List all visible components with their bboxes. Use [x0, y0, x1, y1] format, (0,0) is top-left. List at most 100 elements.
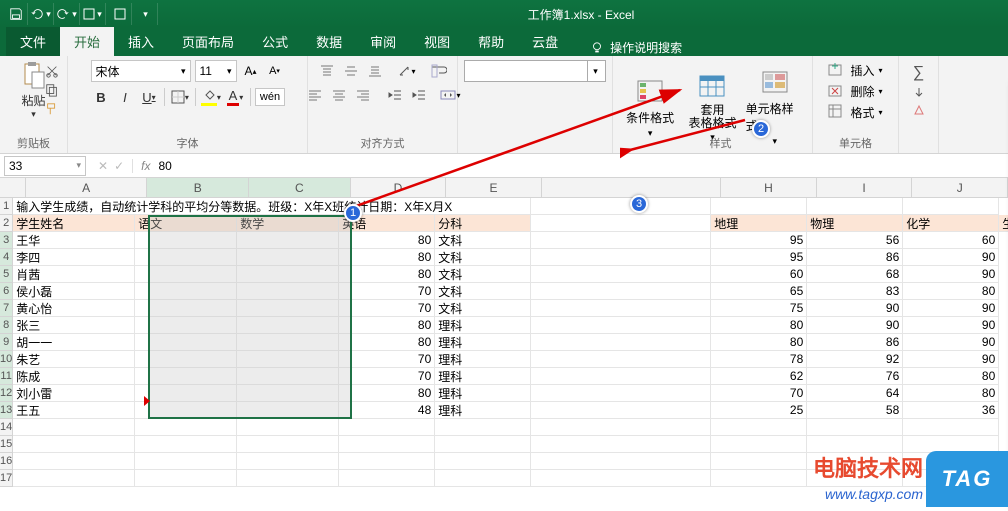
- cell[interactable]: [135, 249, 237, 266]
- cell[interactable]: 95: [711, 249, 807, 266]
- cell[interactable]: [135, 419, 237, 436]
- cell[interactable]: [237, 453, 339, 470]
- number-format-combo[interactable]: ▾: [464, 60, 606, 82]
- col-header-D[interactable]: D: [351, 178, 447, 197]
- align-top-icon[interactable]: [316, 60, 338, 82]
- cell[interactable]: [807, 419, 903, 436]
- cell[interactable]: 文科: [435, 300, 531, 317]
- cell[interactable]: [531, 334, 711, 351]
- cell[interactable]: [903, 198, 999, 215]
- align-bottom-icon[interactable]: [364, 60, 386, 82]
- cell[interactable]: 朱艺: [13, 351, 135, 368]
- cell[interactable]: 70: [339, 351, 435, 368]
- cell[interactable]: 83: [807, 283, 903, 300]
- cell[interactable]: [135, 385, 237, 402]
- row-header[interactable]: 6: [0, 283, 13, 300]
- cell[interactable]: [711, 436, 807, 453]
- phonetic-guide[interactable]: wén: [255, 88, 285, 106]
- row-header[interactable]: 13: [0, 402, 13, 419]
- qat-customize[interactable]: ▾: [134, 3, 158, 25]
- row-header[interactable]: 10: [0, 351, 13, 368]
- cell[interactable]: 侯小磊: [13, 283, 135, 300]
- col-header-J[interactable]: J: [912, 178, 1008, 197]
- tab-layout[interactable]: 页面布局: [168, 27, 248, 56]
- decrease-indent-icon[interactable]: [384, 84, 406, 106]
- cell[interactable]: [237, 368, 339, 385]
- cell[interactable]: [903, 419, 999, 436]
- redo-icon[interactable]: ▾: [56, 3, 80, 25]
- col-header-E[interactable]: E: [446, 178, 542, 197]
- cell[interactable]: 90: [903, 317, 999, 334]
- tab-view[interactable]: 视图: [410, 27, 464, 56]
- cell[interactable]: 70: [339, 300, 435, 317]
- cell[interactable]: [435, 436, 531, 453]
- cell[interactable]: 地理: [711, 215, 807, 232]
- cell[interactable]: [531, 436, 711, 453]
- tab-formulas[interactable]: 公式: [248, 27, 302, 56]
- qat-btn[interactable]: ▾: [82, 3, 106, 25]
- cell[interactable]: [531, 368, 711, 385]
- cell[interactable]: 文科: [435, 249, 531, 266]
- cancel-icon[interactable]: ✕: [98, 159, 108, 173]
- cell[interactable]: [711, 198, 807, 215]
- cell[interactable]: [237, 300, 339, 317]
- cell[interactable]: [237, 470, 339, 487]
- copy-icon[interactable]: [43, 81, 61, 99]
- row-header[interactable]: 7: [0, 300, 13, 317]
- cell[interactable]: 92: [807, 351, 903, 368]
- cell[interactable]: 80: [903, 283, 999, 300]
- cell[interactable]: [531, 385, 711, 402]
- cell[interactable]: 25: [711, 402, 807, 419]
- border-icon[interactable]: ▾: [169, 86, 191, 108]
- select-all-corner[interactable]: [0, 178, 26, 197]
- cell[interactable]: 80: [903, 385, 999, 402]
- cell[interactable]: [237, 436, 339, 453]
- italic-button[interactable]: I: [114, 86, 136, 108]
- tab-cloud[interactable]: 云盘: [518, 27, 572, 56]
- cell[interactable]: 80: [339, 249, 435, 266]
- align-right-icon[interactable]: [352, 84, 374, 106]
- cell[interactable]: [711, 419, 807, 436]
- cell[interactable]: [237, 232, 339, 249]
- cell[interactable]: [135, 351, 237, 368]
- cell[interactable]: 90: [903, 351, 999, 368]
- cell[interactable]: [531, 351, 711, 368]
- cell[interactable]: 80: [339, 266, 435, 283]
- tab-help[interactable]: 帮助: [464, 27, 518, 56]
- cell[interactable]: 80: [339, 232, 435, 249]
- cell[interactable]: [135, 300, 237, 317]
- col-header-C[interactable]: C: [249, 178, 351, 197]
- cell[interactable]: [135, 368, 237, 385]
- row-header[interactable]: 17: [0, 470, 13, 487]
- cell[interactable]: 理科: [435, 385, 531, 402]
- cell[interactable]: 62: [711, 368, 807, 385]
- cell[interactable]: [531, 419, 711, 436]
- cell[interactable]: 理科: [435, 317, 531, 334]
- cell[interactable]: [339, 453, 435, 470]
- cell[interactable]: [531, 402, 711, 419]
- worksheet-grid[interactable]: A B C D E H I J 123456789101112131415161…: [0, 178, 1008, 487]
- cell[interactable]: 36: [903, 402, 999, 419]
- cell[interactable]: 60: [903, 232, 999, 249]
- font-name-select[interactable]: 宋体▾: [91, 60, 191, 82]
- chevron-down-icon[interactable]: ▾: [587, 61, 603, 81]
- cell[interactable]: 75: [711, 300, 807, 317]
- row-header[interactable]: 2: [0, 215, 13, 232]
- cell[interactable]: 90: [807, 300, 903, 317]
- cell[interactable]: 58: [807, 402, 903, 419]
- cell[interactable]: [237, 283, 339, 300]
- underline-button[interactable]: U▾: [138, 86, 160, 108]
- conditional-format-button[interactable]: 条件格式▾: [621, 77, 679, 139]
- cell[interactable]: [237, 385, 339, 402]
- cell[interactable]: 黄心怡: [13, 300, 135, 317]
- row-header[interactable]: 9: [0, 334, 13, 351]
- align-left-icon[interactable]: [304, 84, 326, 106]
- col-header-I[interactable]: I: [817, 178, 913, 197]
- cell[interactable]: [435, 419, 531, 436]
- col-header-H[interactable]: H: [721, 178, 817, 197]
- cell[interactable]: 90: [903, 266, 999, 283]
- cell[interactable]: [237, 334, 339, 351]
- cell[interactable]: 86: [807, 334, 903, 351]
- cell[interactable]: 86: [807, 249, 903, 266]
- cell[interactable]: [531, 215, 711, 232]
